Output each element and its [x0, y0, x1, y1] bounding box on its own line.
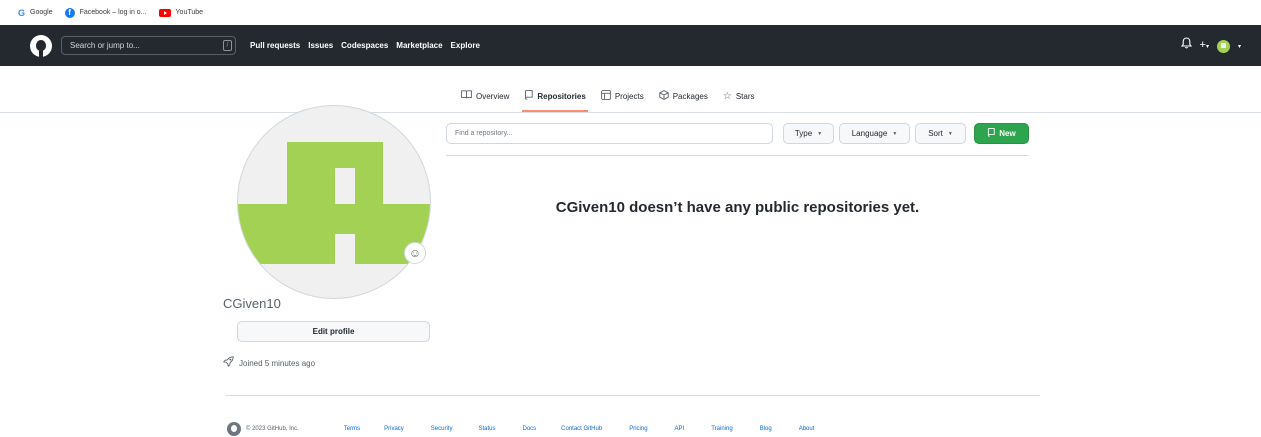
- github-header: Search or jump to... / Pull requests Iss…: [0, 25, 1261, 66]
- star-icon: ☆: [722, 90, 732, 102]
- plus-icon[interactable]: +▾: [1200, 35, 1209, 57]
- chevron-down-icon[interactable]: ▾: [1238, 43, 1241, 50]
- rocket-icon: [222, 356, 234, 370]
- profile-username: CGiven10: [223, 296, 281, 311]
- search-shortcut-icon: /: [223, 40, 232, 51]
- footer-link-api[interactable]: API: [675, 426, 685, 432]
- filter-label: Sort: [928, 129, 943, 138]
- tab-label: Packages: [672, 91, 708, 101]
- tab-repositories[interactable]: Repositories: [522, 80, 589, 112]
- find-repository-placeholder: Find a repository...: [455, 130, 513, 137]
- tab-label: Stars: [735, 91, 755, 101]
- tab-projects[interactable]: Projects: [600, 80, 644, 112]
- footer-link-pricing[interactable]: Pricing: [629, 426, 647, 432]
- profile-avatar[interactable]: [237, 105, 431, 299]
- tab-label: Projects: [614, 91, 644, 101]
- chevron-down-icon: ▼: [817, 130, 823, 137]
- site-footer: © 2023 GitHub, Inc. Terms Privacy Securi…: [227, 422, 814, 436]
- google-icon: G: [18, 7, 26, 18]
- identicon-block: [355, 168, 383, 204]
- identicon-block: [238, 204, 287, 264]
- footer-link-docs[interactable]: Docs: [523, 426, 537, 432]
- table-icon: [600, 89, 611, 103]
- bookmark-google[interactable]: G Google: [18, 8, 53, 18]
- nav-pull-requests[interactable]: Pull requests: [250, 41, 300, 50]
- identicon-block: [287, 204, 383, 234]
- nav-marketplace[interactable]: Marketplace: [396, 41, 442, 50]
- book-icon: [461, 90, 472, 102]
- joined-info: Joined 5 minutes ago: [222, 356, 316, 370]
- bookmark-facebook[interactable]: f Facebook – log in o...: [64, 7, 147, 18]
- repo-icon: [987, 128, 995, 139]
- find-repository-input[interactable]: Find a repository...: [446, 123, 773, 144]
- nav-codespaces[interactable]: Codespaces: [341, 41, 388, 50]
- bookmark-label: YouTube: [175, 9, 204, 16]
- chevron-down-icon: ▾: [1205, 44, 1209, 50]
- github-logo-icon[interactable]: [30, 34, 52, 57]
- filter-label: Language: [851, 129, 888, 138]
- bookmark-label: Google: [30, 9, 53, 16]
- search-input[interactable]: Search or jump to... /: [61, 36, 236, 55]
- footer-link-status[interactable]: Status: [478, 426, 495, 432]
- footer-link-about[interactable]: About: [799, 426, 815, 432]
- repo-list-divider: [446, 155, 1029, 156]
- top-nav: Pull requests Issues Codespaces Marketpl…: [250, 41, 480, 50]
- avatar[interactable]: [1216, 39, 1230, 53]
- tab-overview[interactable]: Overview: [461, 80, 509, 112]
- bookmark-youtube[interactable]: YouTube: [158, 8, 204, 17]
- search-placeholder: Search or jump to...: [70, 41, 140, 50]
- joined-text: Joined 5 minutes ago: [239, 358, 316, 368]
- footer-link-contact[interactable]: Contact GitHub: [561, 426, 602, 432]
- tab-label: Repositories: [537, 91, 586, 101]
- sort-filter-button[interactable]: Sort ▼: [915, 123, 966, 144]
- identicon-block: [355, 234, 383, 264]
- new-repository-button[interactable]: New: [974, 123, 1029, 144]
- tab-stars[interactable]: ☆ Stars: [723, 80, 755, 112]
- package-icon: [659, 89, 669, 103]
- chevron-down-icon: ▼: [947, 130, 953, 137]
- empty-repositories-message: CGiven10 doesn’t have any public reposit…: [555, 199, 920, 216]
- tab-packages[interactable]: Packages: [659, 80, 708, 112]
- tabs-divider: [0, 112, 1261, 113]
- repo-icon: [524, 89, 533, 103]
- footer-links: Terms Privacy Security Status Docs Conta…: [299, 426, 815, 432]
- bell-icon[interactable]: [1180, 36, 1192, 56]
- bookmarks-bar: G Google f Facebook – log in o... YouTub…: [0, 0, 1261, 25]
- set-status-smiley-icon[interactable]: ☺: [404, 242, 426, 264]
- profile-tabs: Overview Repositories Projects Packages …: [461, 80, 755, 112]
- footer-link-terms[interactable]: Terms: [344, 426, 360, 432]
- footer-link-training[interactable]: Training: [711, 426, 732, 432]
- footer-copyright: © 2023 GitHub, Inc.: [246, 426, 299, 432]
- footer-divider: [225, 395, 1040, 396]
- tab-label: Overview: [476, 91, 510, 101]
- footer-link-blog[interactable]: Blog: [760, 426, 772, 432]
- identicon-block: [287, 168, 335, 204]
- youtube-icon: [158, 8, 171, 17]
- footer-link-security[interactable]: Security: [431, 426, 453, 432]
- new-label: New: [999, 129, 1016, 138]
- chevron-down-icon: ▼: [892, 130, 898, 137]
- nav-issues[interactable]: Issues: [308, 41, 333, 50]
- nav-explore[interactable]: Explore: [451, 41, 480, 50]
- facebook-icon: f: [64, 7, 75, 18]
- header-actions: +▾ ▾: [1180, 35, 1241, 57]
- bookmark-label: Facebook – log in o...: [79, 9, 147, 16]
- footer-link-privacy[interactable]: Privacy: [384, 426, 404, 432]
- github-logo-icon[interactable]: [227, 422, 241, 436]
- filter-label: Type: [794, 129, 813, 138]
- type-filter-button[interactable]: Type ▼: [783, 123, 834, 144]
- edit-profile-button[interactable]: Edit profile: [237, 321, 430, 342]
- identicon-block: [287, 234, 335, 264]
- language-filter-button[interactable]: Language ▼: [839, 123, 910, 144]
- identicon-block: [287, 142, 383, 168]
